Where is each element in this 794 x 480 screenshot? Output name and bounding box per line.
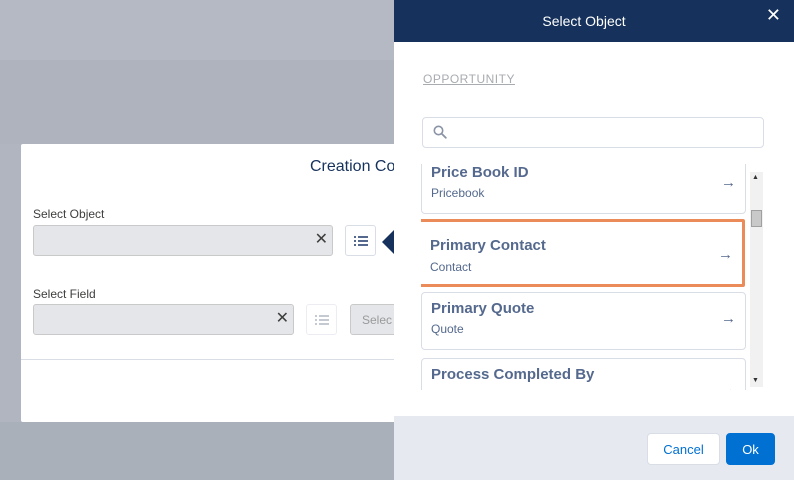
- field-list-button[interactable]: [306, 304, 337, 335]
- item-subtitle: Pricebook: [431, 186, 485, 200]
- panel-header: Select Object ✕: [394, 0, 794, 42]
- close-icon[interactable]: ✕: [766, 6, 781, 24]
- list-icon: [353, 235, 368, 246]
- select-field-label: Select Field: [33, 287, 96, 301]
- item-title: Primary Contact: [430, 237, 546, 254]
- modal-title: Creation Co: [310, 158, 396, 175]
- backdrop-bottom: [0, 422, 394, 480]
- creation-modal: Creation Co Select Object ✕ Select Field…: [21, 144, 410, 422]
- panel-title: Select Object: [542, 13, 626, 29]
- search-icon: [433, 125, 447, 139]
- select-field-field[interactable]: ✕: [33, 304, 294, 335]
- list-item-selected[interactable]: Primary Contact Contact →: [421, 219, 745, 287]
- arrow-right-icon[interactable]: →: [721, 310, 736, 327]
- select-object-label: Select Object: [33, 207, 105, 221]
- breadcrumb[interactable]: OPPORTUNITY: [423, 72, 515, 86]
- item-title: Price Book ID: [431, 164, 529, 181]
- scroll-thumb[interactable]: [751, 210, 762, 227]
- cancel-button[interactable]: Cancel: [647, 433, 720, 465]
- item-subtitle: Contact: [430, 260, 472, 274]
- scroll-up-icon[interactable]: ▲: [752, 174, 759, 181]
- arrow-right-icon[interactable]: →: [721, 174, 736, 191]
- select-object-panel: Select Object ✕ OPPORTUNITY Price Book I…: [394, 0, 794, 480]
- item-subtitle: Quote: [431, 322, 464, 336]
- backdrop-mid: [0, 60, 394, 144]
- panel-footer: Cancel Ok: [394, 416, 794, 480]
- item-title: Process Completed By: [431, 366, 595, 383]
- popover-pointer: [382, 230, 394, 254]
- list-item[interactable]: Process Completed By →: [421, 358, 746, 390]
- object-list-button[interactable]: [345, 225, 376, 256]
- clear-icon[interactable]: ✕: [276, 310, 289, 328]
- item-title: Primary Quote: [431, 300, 535, 317]
- arrow-right-icon[interactable]: →: [718, 246, 733, 263]
- ok-button[interactable]: Ok: [726, 433, 775, 465]
- select-object-field[interactable]: ✕: [33, 225, 333, 256]
- object-list: Price Book ID Pricebook → Primary Contac…: [421, 164, 748, 390]
- search-input[interactable]: [422, 117, 764, 148]
- list-icon: [314, 314, 329, 325]
- backdrop-top: [0, 0, 394, 60]
- list-item[interactable]: Primary Quote Quote →: [421, 292, 746, 350]
- modal-divider: [21, 359, 394, 360]
- scroll-down-icon[interactable]: ▼: [752, 377, 759, 384]
- list-item[interactable]: Price Book ID Pricebook →: [421, 164, 746, 214]
- list-scrollbar[interactable]: ▲ ▼: [750, 172, 763, 387]
- arrow-right-icon[interactable]: →: [721, 381, 736, 390]
- clear-icon[interactable]: ✕: [315, 231, 328, 249]
